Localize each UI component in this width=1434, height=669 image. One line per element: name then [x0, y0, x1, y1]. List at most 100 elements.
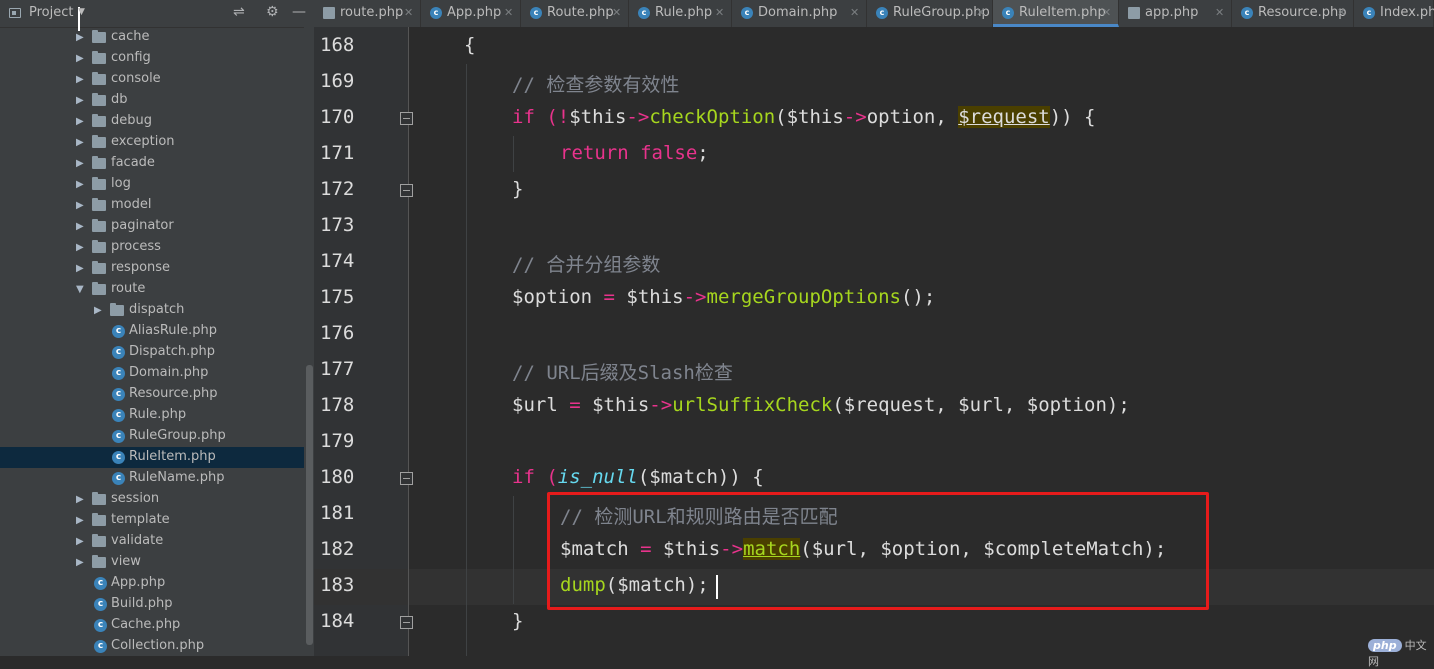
tree-item[interactable]: ▶ session	[0, 489, 304, 510]
collapsed-arrow-icon[interactable]: ▶	[76, 158, 84, 169]
close-icon[interactable]: ✕	[404, 6, 413, 19]
editor-tab[interactable]: c Route.php ✕	[521, 0, 629, 27]
php-class-icon: c	[638, 7, 650, 19]
tree-item-label: console	[111, 71, 161, 86]
collapsed-arrow-icon[interactable]: ▶	[76, 74, 84, 85]
token-arrow: ->	[683, 286, 707, 308]
minimize-icon[interactable]: —	[292, 4, 306, 20]
tree-item-label: Resource.php	[129, 386, 218, 401]
close-icon[interactable]: ✕	[1102, 6, 1111, 19]
close-icon[interactable]: ✕	[1337, 6, 1346, 19]
tree-item[interactable]: c Build.php	[0, 594, 304, 615]
tree-item[interactable]: c RuleItem.php	[0, 447, 304, 468]
collapsed-arrow-icon[interactable]: ▶	[76, 53, 84, 64]
tree-item[interactable]: ▶ paginator	[0, 216, 304, 237]
folder-icon	[92, 51, 106, 64]
folder-icon	[92, 555, 106, 568]
tree-item[interactable]: c RuleName.php	[0, 468, 304, 489]
fold-marker-icon[interactable]	[400, 112, 413, 125]
collapsed-arrow-icon[interactable]: ▶	[76, 32, 84, 43]
editor-tab[interactable]: app.php ✕	[1119, 0, 1232, 27]
editor-tab[interactable]: c App.php ✕	[421, 0, 521, 27]
project-title[interactable]: Project	[29, 5, 73, 20]
tree-item[interactable]: c Dispatch.php	[0, 342, 304, 363]
editor-tab[interactable]: c Resource.php ✕	[1232, 0, 1354, 27]
tree-item[interactable]: ▶ model	[0, 195, 304, 216]
php-class-icon: c	[94, 640, 107, 653]
close-icon[interactable]: ✕	[612, 6, 621, 19]
collapsed-arrow-icon[interactable]: ▶	[76, 242, 84, 253]
collapsed-arrow-icon[interactable]: ▶	[76, 263, 84, 274]
collapsed-arrow-icon[interactable]: ▶	[76, 116, 84, 127]
close-icon[interactable]: ✕	[715, 6, 724, 19]
close-icon[interactable]: ✕	[504, 6, 513, 19]
tree-item[interactable]: ▶ db	[0, 90, 304, 111]
fold-marker-icon[interactable]	[400, 472, 413, 485]
tab-label: Rule.php	[655, 5, 713, 20]
code-line-171: return false;	[560, 142, 709, 164]
editor-tab[interactable]: c Domain.php ✕	[732, 0, 867, 27]
editor-tab[interactable]: c Rule.php ✕	[629, 0, 732, 27]
close-icon[interactable]: ✕	[976, 6, 985, 19]
tree-item[interactable]: c Domain.php	[0, 363, 304, 384]
tree-item[interactable]: ▶ validate	[0, 531, 304, 552]
tree-item[interactable]: ▶ exception	[0, 132, 304, 153]
collapsed-arrow-icon[interactable]: ▶	[76, 95, 84, 106]
editor-tab[interactable]: c RuleItem.php ✕	[993, 0, 1119, 27]
tree-item[interactable]: ▶ facade	[0, 153, 304, 174]
collapsed-arrow-icon[interactable]: ▶	[76, 200, 84, 211]
editor-tab[interactable]: c Index.php	[1354, 0, 1434, 27]
folder-icon	[92, 177, 106, 190]
tab-label: Index.php	[1380, 5, 1434, 20]
sidebar-scrollbar-thumb[interactable]	[306, 365, 313, 645]
editor-tab[interactable]: c RuleGroup.php ✕	[867, 0, 993, 27]
gear-icon[interactable]: ⚙	[266, 4, 279, 20]
tree-item[interactable]: ▶ template	[0, 510, 304, 531]
tree-item[interactable]: c AliasRule.php	[0, 321, 304, 342]
fold-marker-icon[interactable]	[400, 616, 413, 629]
tree-item[interactable]: ▶ view	[0, 552, 304, 573]
collapsed-arrow-icon[interactable]: ▶	[76, 179, 84, 190]
line-number: 172	[320, 178, 355, 200]
close-icon[interactable]: ✕	[1215, 6, 1224, 19]
tab-label: Route.php	[547, 5, 614, 20]
folder-icon	[92, 219, 106, 232]
folder-icon	[92, 513, 106, 526]
tab-label: App.php	[447, 5, 502, 20]
token-if: if (	[512, 466, 558, 488]
tree-item[interactable]: ▶ debug	[0, 111, 304, 132]
tree-item[interactable]: ▶ log	[0, 174, 304, 195]
collapse-all-icon[interactable]: ⇌	[233, 4, 245, 20]
tree-item[interactable]: ▶ console	[0, 69, 304, 90]
fold-marker-icon[interactable]	[400, 184, 413, 197]
tree-item[interactable]: c Resource.php	[0, 384, 304, 405]
tree-item[interactable]: c Cache.php	[0, 615, 304, 636]
tree-item[interactable]: ▶ config	[0, 48, 304, 69]
collapsed-arrow-icon[interactable]: ▶	[76, 137, 84, 148]
tree-item[interactable]: ▶ response	[0, 258, 304, 279]
tree-item[interactable]: c App.php	[0, 573, 304, 594]
tree-item[interactable]: c Collection.php	[0, 636, 304, 656]
tree-item-label: log	[111, 176, 131, 191]
collapsed-arrow-icon[interactable]: ▶	[76, 557, 84, 568]
collapsed-arrow-icon[interactable]: ▶	[76, 494, 84, 505]
tree-item[interactable]: ▶ process	[0, 237, 304, 258]
collapsed-arrow-icon[interactable]: ▶	[76, 515, 84, 526]
php-class-icon: c	[112, 367, 125, 380]
tree-item-label: validate	[111, 533, 164, 548]
tree-item[interactable]: c RuleGroup.php	[0, 426, 304, 447]
collapsed-arrow-icon[interactable]: ▶	[76, 536, 84, 547]
tree-item[interactable]: ▼ route	[0, 279, 304, 300]
editor-tab[interactable]: route.php ✕	[314, 0, 421, 27]
tree-item[interactable]: c Rule.php	[0, 405, 304, 426]
collapsed-arrow-icon[interactable]: ▶	[76, 221, 84, 232]
close-icon[interactable]: ✕	[850, 6, 859, 19]
tab-label: Domain.php	[758, 5, 838, 20]
token-urlsuffixcheck: urlSuffixCheck	[672, 394, 833, 416]
collapsed-arrow-icon[interactable]: ▶	[94, 305, 102, 316]
tree-item[interactable]: ▶ dispatch	[0, 300, 304, 321]
indent-guide	[513, 496, 514, 604]
tree-item[interactable]: ▶ cache	[0, 27, 304, 48]
php-class-icon: c	[94, 598, 107, 611]
expanded-arrow-icon[interactable]: ▼	[76, 284, 84, 295]
